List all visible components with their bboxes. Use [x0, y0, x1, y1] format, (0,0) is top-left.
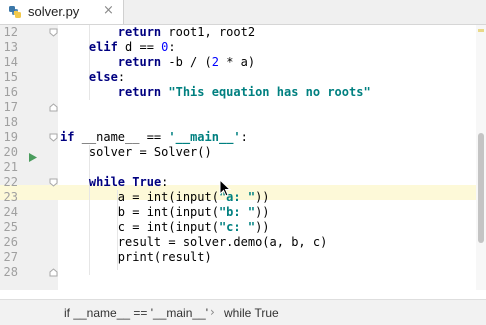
line-number: 13	[3, 40, 18, 54]
run-gutter-icon[interactable]	[28, 152, 38, 163]
line-number: 17	[3, 100, 18, 114]
code-token: '__main__'	[168, 130, 241, 144]
scroll-marker	[478, 29, 484, 32]
line-number: 27	[3, 250, 18, 264]
code-token: while	[88, 175, 133, 189]
code-token: True	[132, 175, 162, 189]
breadcrumb: if __name__ == '__main__' › while True	[0, 299, 486, 325]
line-number: 19	[3, 130, 18, 144]
code-token: ))	[255, 220, 270, 234]
code-token: __name__ ==	[81, 130, 169, 144]
code-line: return root1, root2	[60, 25, 255, 40]
code-line: b = int(input("b: "))	[60, 205, 270, 220]
line-number: 25	[3, 220, 18, 234]
code-line: a = int(input("a: "))	[60, 190, 270, 205]
code-token: "b: "	[218, 205, 256, 219]
code-token: -b / (	[168, 55, 212, 69]
code-line: return -b / (2 * a)	[60, 55, 255, 70]
line-number: 22	[3, 175, 18, 189]
code-token: ))	[255, 205, 270, 219]
code-token: return	[117, 85, 169, 99]
code-token: a = int(input(	[117, 190, 219, 204]
breadcrumb-item-if-main[interactable]: if __name__ == '__main__'	[64, 306, 208, 320]
line-number: 24	[3, 205, 18, 219]
code-token: d ==	[125, 40, 162, 54]
code-token: c = int(input(	[117, 220, 219, 234]
line-number: 15	[3, 70, 18, 84]
code-line: return "This equation has no roots"	[60, 85, 371, 100]
line-number: 16	[3, 85, 18, 99]
tab-label: solver.py	[28, 4, 80, 19]
code-token: "c: "	[218, 220, 256, 234]
line-number: 21	[3, 160, 18, 174]
line-number: 26	[3, 235, 18, 249]
code-token: result = solver.demo(a, b, c)	[117, 235, 328, 249]
code-line: solver = Solver()	[60, 145, 212, 160]
breadcrumb-item-while-true[interactable]: while True	[224, 306, 279, 320]
code-token: if	[60, 130, 82, 144]
tab-close-icon[interactable]: ×	[103, 3, 114, 18]
vertical-scrollbar[interactable]	[476, 25, 486, 290]
code-token: :	[240, 130, 248, 144]
code-token: * a)	[218, 55, 256, 69]
code-token: return	[117, 55, 169, 69]
code-line: c = int(input("c: "))	[60, 220, 270, 235]
python-file-icon	[9, 6, 21, 18]
fold-marker-icon[interactable]	[49, 28, 58, 37]
code-token: ))	[255, 190, 270, 204]
code-line: elif d == 0:	[60, 40, 176, 55]
code-token: :	[117, 70, 126, 84]
fold-marker-icon[interactable]	[49, 103, 58, 112]
code-token: :	[168, 40, 176, 54]
line-number: 20	[3, 145, 18, 159]
code-token: :	[161, 175, 169, 189]
line-number: 14	[3, 55, 18, 69]
code-token: return	[117, 25, 169, 39]
code-token: "This equation has no roots"	[168, 85, 371, 99]
code-line: if __name__ == '__main__':	[60, 130, 248, 145]
code-token: b = int(input(	[117, 205, 219, 219]
line-number: 28	[3, 265, 18, 279]
line-number: 23	[3, 190, 18, 204]
fold-marker-icon[interactable]	[49, 133, 58, 142]
scrollbar-thumb[interactable]	[478, 133, 484, 243]
code-token: elif	[88, 40, 126, 54]
editor-tab-bar: solver.py ×	[0, 0, 486, 25]
fold-marker-icon[interactable]	[49, 178, 58, 187]
code-token: root1, root2	[168, 25, 256, 39]
breadcrumb-separator: ›	[210, 305, 215, 319]
code-token: print(result)	[117, 250, 212, 264]
code-line: print(result)	[60, 250, 212, 265]
tab-solver-py[interactable]: solver.py ×	[0, 0, 124, 24]
code-line: result = solver.demo(a, b, c)	[60, 235, 328, 250]
line-number: 12	[3, 25, 18, 39]
code-token: solver = Solver()	[88, 145, 212, 159]
mouse-pointer-icon	[219, 179, 231, 197]
code-token: else	[88, 70, 118, 84]
code-line: while True:	[60, 175, 169, 190]
line-number: 18	[3, 115, 18, 129]
code-token: 2	[211, 55, 219, 69]
fold-marker-icon[interactable]	[49, 268, 58, 277]
code-editor[interactable]: 12 return root1, root2 13 elif d == 0: 14 …	[0, 25, 486, 290]
code-line: else:	[60, 70, 125, 85]
